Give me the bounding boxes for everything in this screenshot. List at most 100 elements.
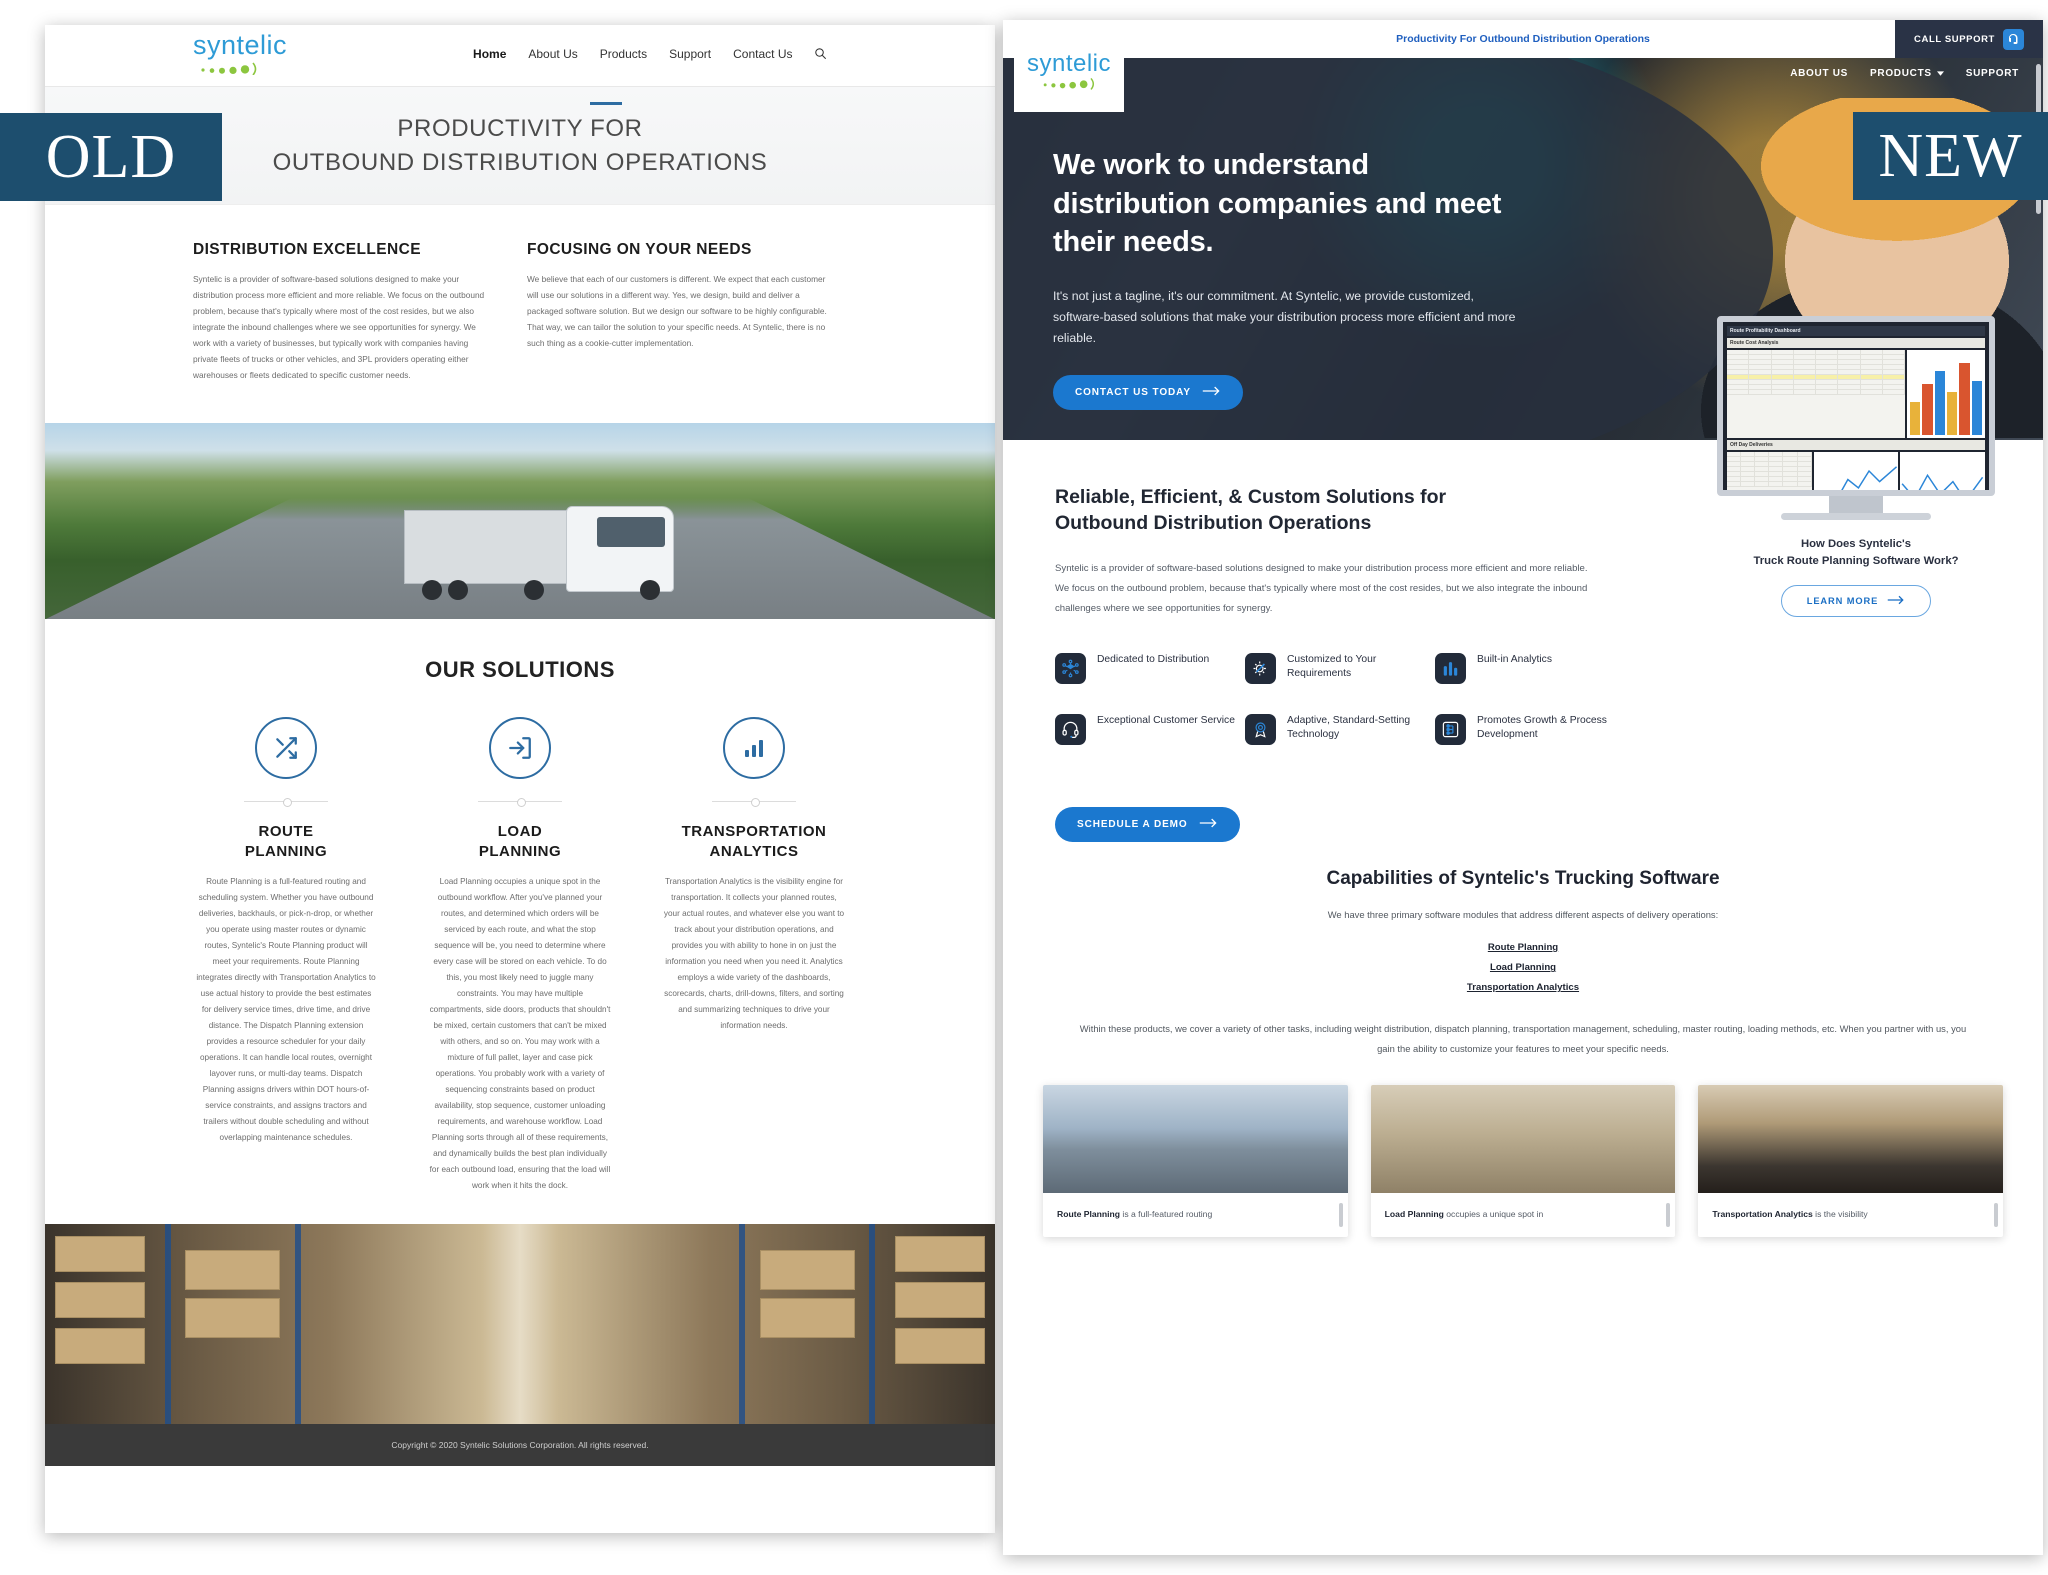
call-support-label: CALL SUPPORT	[1914, 33, 1995, 45]
feature-exceptional-customer-service: Exceptional Customer Service	[1055, 714, 1245, 746]
arrow-right-icon	[1202, 386, 1221, 399]
feature-promotes-growth-process-development: Promotes Growth & Process Development	[1435, 714, 1625, 746]
column-heading: FOCUSING ON YOUR NEEDS	[527, 241, 752, 258]
feature-label: Promotes Growth & Process Development	[1477, 715, 1607, 741]
column-body: Syntelic is a provider of software-based…	[193, 274, 485, 380]
award-ribbon-icon	[1245, 714, 1276, 746]
new-website-screenshot: Productivity For Outbound Distribution O…	[1003, 20, 2043, 1555]
old-nav: Home About Us Products Support Contact U…	[473, 47, 827, 65]
card-photo	[1698, 1084, 2004, 1193]
solution-card-transportation-analytics: TRANSPORTATION ANALYTICS Transportation A…	[663, 717, 845, 1194]
monitor-bar-chart	[1907, 350, 1985, 438]
solution-title-line1: TRANSPORTATION	[681, 823, 827, 841]
logo-wordmark: syntelic	[1026, 49, 1112, 77]
monitor-caption-line2: Truck Route Planning Software Work?	[1753, 554, 1959, 567]
feature-label: Dedicated to Distribution	[1097, 654, 1210, 666]
nav-item-home[interactable]: Home	[473, 47, 506, 64]
feature-label: Adaptive, Standard-Setting Technology	[1287, 715, 1411, 741]
monitor-line-chart	[1813, 452, 1899, 490]
bar-chart-icon	[1435, 653, 1466, 685]
capabilities-link-route-planning[interactable]: Route Planning	[1488, 942, 1558, 953]
old-label-badge: OLD	[0, 113, 222, 201]
truck-highway-photo	[45, 423, 995, 620]
solution-body: Transportation Analytics is the visibili…	[663, 877, 845, 1031]
logo-dots-icon	[193, 61, 265, 80]
old-header: syntelic Home About Us Products Support …	[45, 25, 995, 105]
old-hero-line1: PRODUCTIVITY FOR	[397, 115, 643, 143]
nav-active-underline	[590, 102, 622, 105]
nav-item-contact-us[interactable]: Contact Us	[733, 47, 792, 64]
contact-us-today-button[interactable]: CONTACT US TODAY	[1053, 375, 1243, 411]
product-card-load-planning[interactable]: Load Planning occupies a unique spot in	[1370, 1084, 1676, 1238]
old-column-focusing-on-your-needs: FOCUSING ON YOUR NEEDS We believe that e…	[527, 241, 827, 383]
shuffle-icon	[255, 717, 317, 780]
dashboard-monitor-image: Route Profitability Dashboard Route Cost…	[1717, 316, 1995, 617]
utility-tagline: Productivity For Outbound Distribution O…	[1396, 33, 1650, 45]
monitor-data-table-2	[1727, 452, 1812, 490]
capabilities-note: Within these products, we cover a variet…	[1079, 1023, 1967, 1054]
solutions-title: OUR SOLUTIONS	[425, 657, 615, 683]
solutions-heading-line2: Outbound Distribution Operations	[1055, 512, 1372, 535]
card-text: occupies a unique spot in	[1443, 1208, 1544, 1219]
nav-item-support[interactable]: SUPPORT	[1966, 68, 2019, 79]
nav-item-products[interactable]: PRODUCTS	[1870, 68, 1944, 79]
feature-dedicated-to-distribution: Dedicated to Distribution	[1055, 653, 1245, 685]
product-card-route-planning[interactable]: Route Planning is a full-featured routin…	[1043, 1084, 1348, 1238]
monitor-stand	[1829, 496, 1883, 513]
schedule-a-demo-button[interactable]: SCHEDULE A DEMO	[1055, 807, 1240, 843]
nav-item-support[interactable]: Support	[669, 47, 711, 64]
nav-item-products[interactable]: Products	[600, 47, 647, 64]
card-text: is the visibility	[1812, 1208, 1868, 1219]
nav-item-about-us[interactable]: ABOUT US	[1790, 68, 1848, 79]
solution-title-line2: PLANNING	[478, 842, 562, 860]
capabilities-heading: Capabilities of Syntelic's Trucking Soft…	[1326, 868, 1720, 890]
solution-body: Load Planning occupies a unique spot in …	[429, 877, 611, 1191]
capabilities-link-transportation-analytics[interactable]: Transportation Analytics	[1467, 982, 1579, 993]
button-label: LEARN MORE	[1806, 595, 1879, 606]
old-hero-line2: OUTBOUND DISTRIBUTION OPERATIONS	[272, 148, 768, 176]
card-scrollbar[interactable]	[1994, 1202, 1999, 1227]
feature-label: Built-in Analytics	[1477, 654, 1552, 666]
feature-label: Customized to Your Requirements	[1287, 654, 1377, 680]
old-website-screenshot: syntelic Home About Us Products Support …	[45, 25, 995, 1533]
flow-nodes-icon	[1435, 714, 1466, 746]
feature-built-in-analytics: Built-in Analytics	[1435, 653, 1625, 685]
button-label: CONTACT US TODAY	[1075, 387, 1191, 399]
monitor-line-chart-2	[1900, 452, 1986, 490]
nav-item-about-us[interactable]: About Us	[528, 47, 577, 64]
new-logo[interactable]: syntelic	[1014, 34, 1124, 112]
headset-icon	[1055, 714, 1086, 746]
column-heading: DISTRIBUTION EXCELLENCE	[193, 241, 421, 258]
new-utility-bar: Productivity For Outbound Distribution O…	[1003, 20, 2043, 58]
capabilities-subtitle: We have three primary software modules t…	[1327, 909, 1719, 921]
call-support-button[interactable]: CALL SUPPORT	[1895, 20, 2043, 58]
nav-item-products-label: PRODUCTS	[1870, 68, 1932, 79]
card-scrollbar[interactable]	[1666, 1202, 1671, 1227]
warehouse-aisle-photo	[45, 1224, 995, 1425]
search-icon[interactable]	[814, 47, 827, 65]
capabilities-section: Capabilities of Syntelic's Trucking Soft…	[1003, 842, 2043, 1059]
new-label-badge: NEW	[1853, 112, 2048, 200]
product-card-transportation-analytics[interactable]: Transportation Analytics is the visibili…	[1698, 1084, 2004, 1238]
arrow-right-icon	[1887, 595, 1905, 607]
card-title: Transportation Analytics	[1712, 1208, 1813, 1219]
monitor-panel-1-title: Route Cost Analysis	[1727, 338, 1985, 348]
monitor-data-table	[1727, 350, 1905, 438]
logo-wordmark: syntelic	[193, 29, 288, 60]
logo-dots-icon	[1036, 76, 1102, 95]
card-photo	[1043, 1084, 1348, 1193]
bar-chart-icon	[723, 717, 785, 780]
monitor-screen-title: Route Profitability Dashboard	[1727, 326, 1985, 336]
capabilities-link-load-planning[interactable]: Load Planning	[1490, 962, 1556, 973]
learn-more-button[interactable]: LEARN MORE	[1781, 584, 1931, 617]
card-scrollbar[interactable]	[1338, 1202, 1343, 1227]
old-logo[interactable]: syntelic	[193, 29, 288, 80]
card-photo	[1370, 1084, 1676, 1193]
button-label: SCHEDULE A DEMO	[1077, 819, 1188, 831]
monitor-base	[1781, 513, 1931, 520]
card-title: Load Planning	[1384, 1208, 1444, 1219]
card-title: Route Planning	[1057, 1208, 1121, 1219]
column-body: We believe that each of our customers is…	[527, 274, 827, 348]
solution-body: Route Planning is a full-featured routin…	[196, 877, 376, 1143]
old-intro-columns: DISTRIBUTION EXCELLENCE Syntelic is a pr…	[45, 205, 995, 423]
